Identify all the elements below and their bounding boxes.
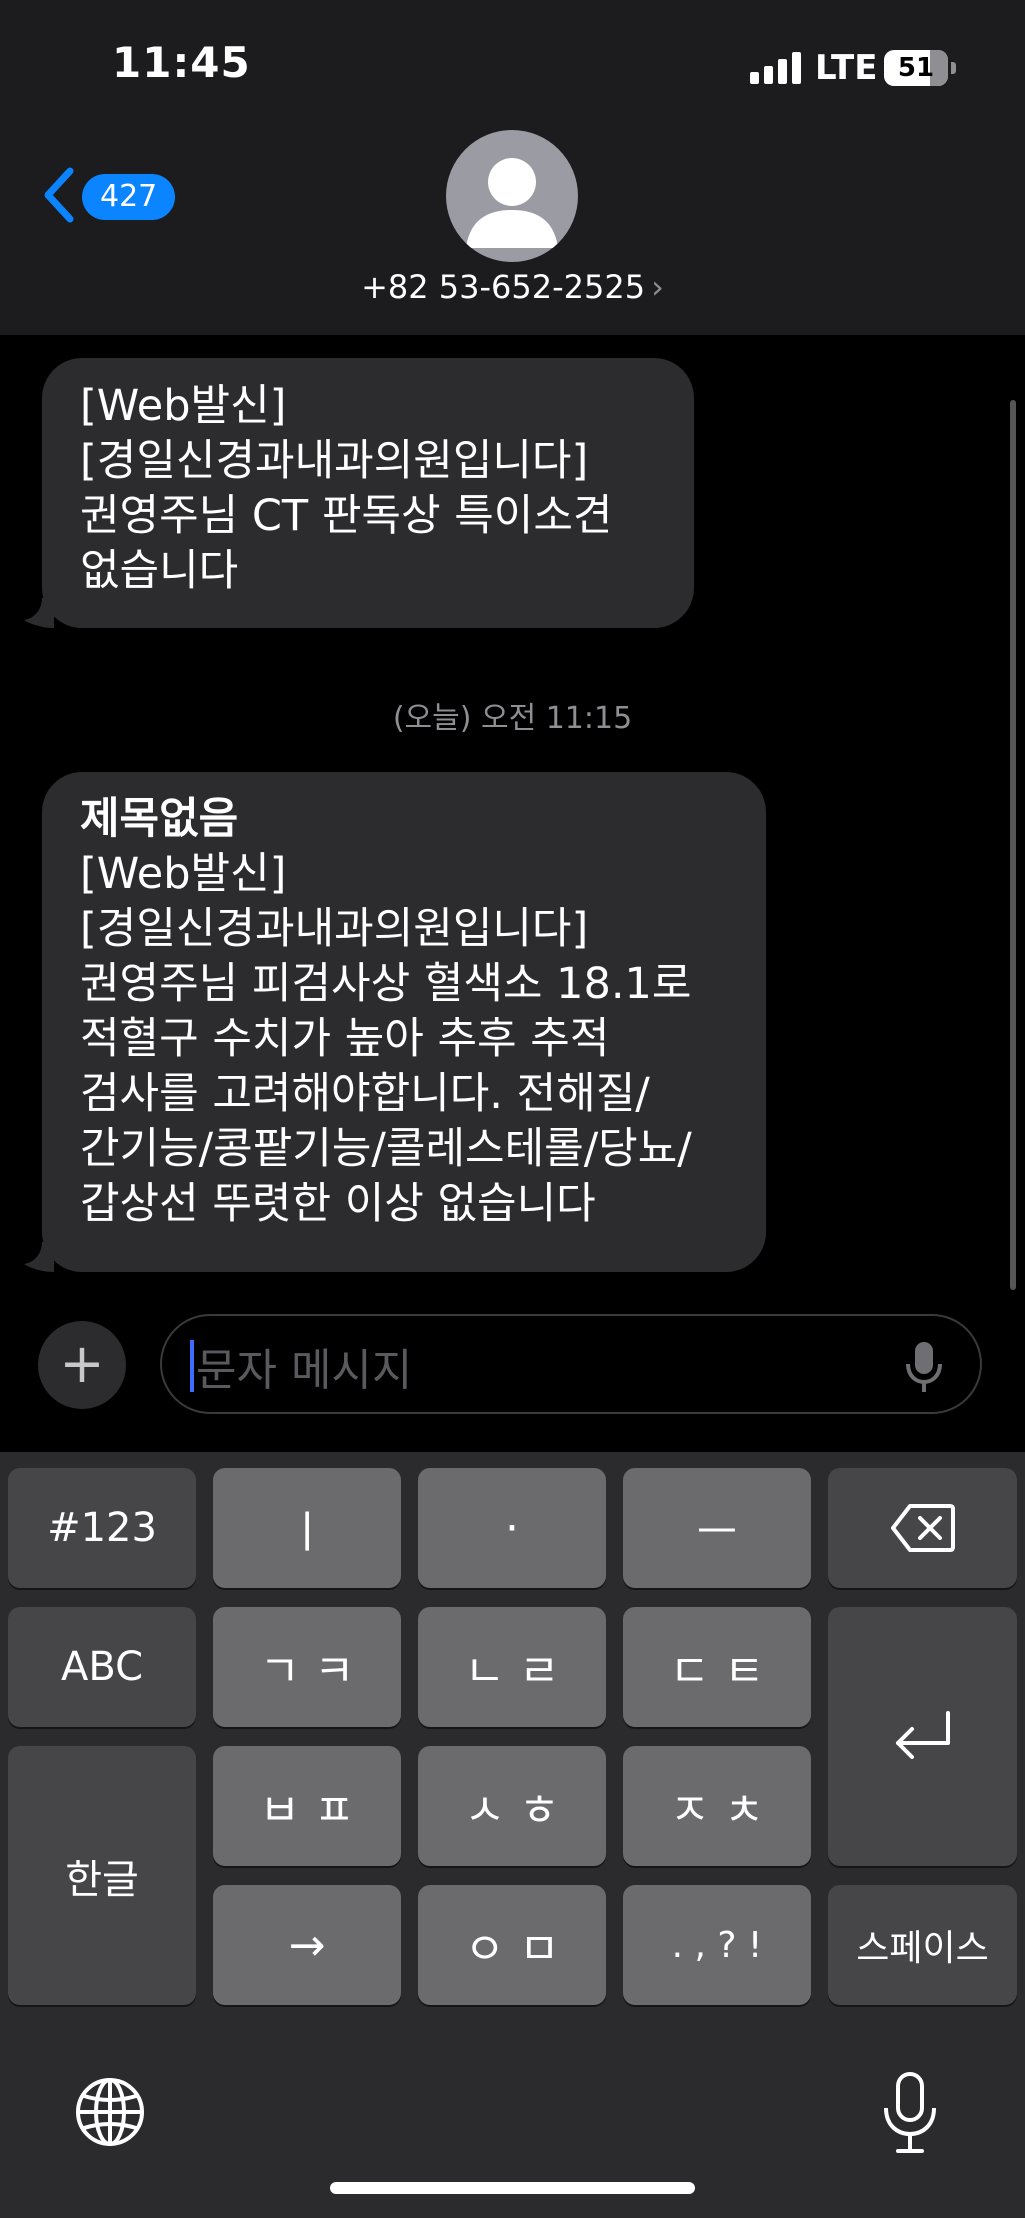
home-indicator[interactable] xyxy=(330,2182,695,2194)
key-jieut-chieut[interactable]: ㅈ ㅊ xyxy=(623,1746,811,1866)
status-time: 11:45 xyxy=(112,38,251,87)
message-line: [Web발신] xyxy=(80,849,287,899)
key-space[interactable]: 스페이스 xyxy=(828,1885,1017,2005)
message-line: 없습니다 xyxy=(80,546,239,596)
battery-level: 51 xyxy=(897,53,935,83)
network-type: LTE xyxy=(815,48,878,88)
message-bubble[interactable]: [Web발신] [경일신경과내과의원입니다] 권영주님 CT 판독상 특이소견 … xyxy=(42,358,694,628)
text-cursor xyxy=(190,1340,194,1392)
return-icon xyxy=(895,1710,950,1759)
key-delete[interactable] xyxy=(828,1468,1017,1588)
key-return[interactable] xyxy=(828,1607,1017,1866)
message-line: 갑상선 뚜렷한 이상 없습니다 xyxy=(80,1179,596,1229)
contact-chevron-icon: › xyxy=(651,268,664,306)
message-line: [경일신경과내과의원입니다] xyxy=(80,904,589,954)
key-nieun-rieul[interactable]: ㄴ ㄹ xyxy=(418,1607,606,1727)
battery-icon: 51 xyxy=(884,50,948,86)
battery-tip xyxy=(951,62,956,74)
key-ieung-mieum[interactable]: ㅇ ㅁ xyxy=(418,1885,606,2005)
bubble-tail xyxy=(24,598,54,628)
delete-icon xyxy=(890,1504,955,1552)
key-arrow[interactable]: → xyxy=(213,1885,401,2005)
message-input[interactable]: 문자 메시지 xyxy=(160,1314,982,1414)
message-line: 간기능/콩팥기능/콜레스테롤/당뇨/ xyxy=(80,1124,692,1174)
message-title: 제목없음 xyxy=(80,794,239,844)
message-timestamp: (오늘) 오전 11:15 xyxy=(392,701,633,736)
key-abc[interactable]: ABC xyxy=(8,1607,196,1727)
key-punctuation[interactable]: . , ? ! xyxy=(623,1885,811,2005)
contact-name[interactable]: +82 53-652-2525 › xyxy=(0,268,1025,306)
globe-icon[interactable] xyxy=(74,2076,146,2148)
contact-number: +82 53-652-2525 xyxy=(361,268,646,306)
mic-icon[interactable] xyxy=(904,1340,944,1396)
message-line: 권영주님 피검사상 혈색소 18.1로 xyxy=(80,959,692,1009)
signal-icon xyxy=(750,52,802,84)
dictation-icon[interactable] xyxy=(882,2072,938,2156)
key-vowel-i[interactable]: ㅣ xyxy=(213,1468,401,1588)
key-digeut-tieut[interactable]: ㄷ ㅌ xyxy=(623,1607,811,1727)
add-attachment-button[interactable]: + xyxy=(38,1321,126,1409)
key-vowel-eu[interactable]: ㅡ xyxy=(623,1468,811,1588)
message-line: 적혈구 수치가 높아 추후 추적 xyxy=(80,1014,610,1064)
keyboard: #123 ㅣ · ㅡ ABC ㄱ ㅋ ㄴ ㄹ ㄷ ㅌ 한글 ㅂ ㅍ ㅅ ㅎ ㅈ … xyxy=(0,1452,1025,2218)
message-bubble[interactable]: 제목없음 [Web발신] [경일신경과내과의원입니다] 권영주님 피검사상 혈색… xyxy=(42,772,766,1272)
avatar-icon[interactable] xyxy=(446,130,578,262)
key-giyeok-kieuk[interactable]: ㄱ ㅋ xyxy=(213,1607,401,1727)
message-line: [Web발신] xyxy=(80,381,287,431)
message-line: [경일신경과내과의원입니다] xyxy=(80,436,589,486)
key-siot-hieut[interactable]: ㅅ ㅎ xyxy=(418,1746,606,1866)
message-line: 검사를 고려해야합니다. 전해질/ xyxy=(80,1069,650,1119)
key-vowel-dot[interactable]: · xyxy=(418,1468,606,1588)
message-placeholder: 문자 메시지 xyxy=(196,1345,413,1396)
key-numbers[interactable]: #123 xyxy=(8,1468,196,1588)
key-hangul[interactable]: 한글 xyxy=(8,1746,196,2005)
key-bieup-pieup[interactable]: ㅂ ㅍ xyxy=(213,1746,401,1866)
unread-count-badge[interactable]: 427 xyxy=(82,174,176,220)
scroll-indicator[interactable] xyxy=(1010,400,1016,1290)
message-line: 권영주님 CT 판독상 특이소견 xyxy=(80,491,613,541)
back-chevron-icon[interactable] xyxy=(40,165,80,225)
bubble-tail xyxy=(24,1242,54,1272)
